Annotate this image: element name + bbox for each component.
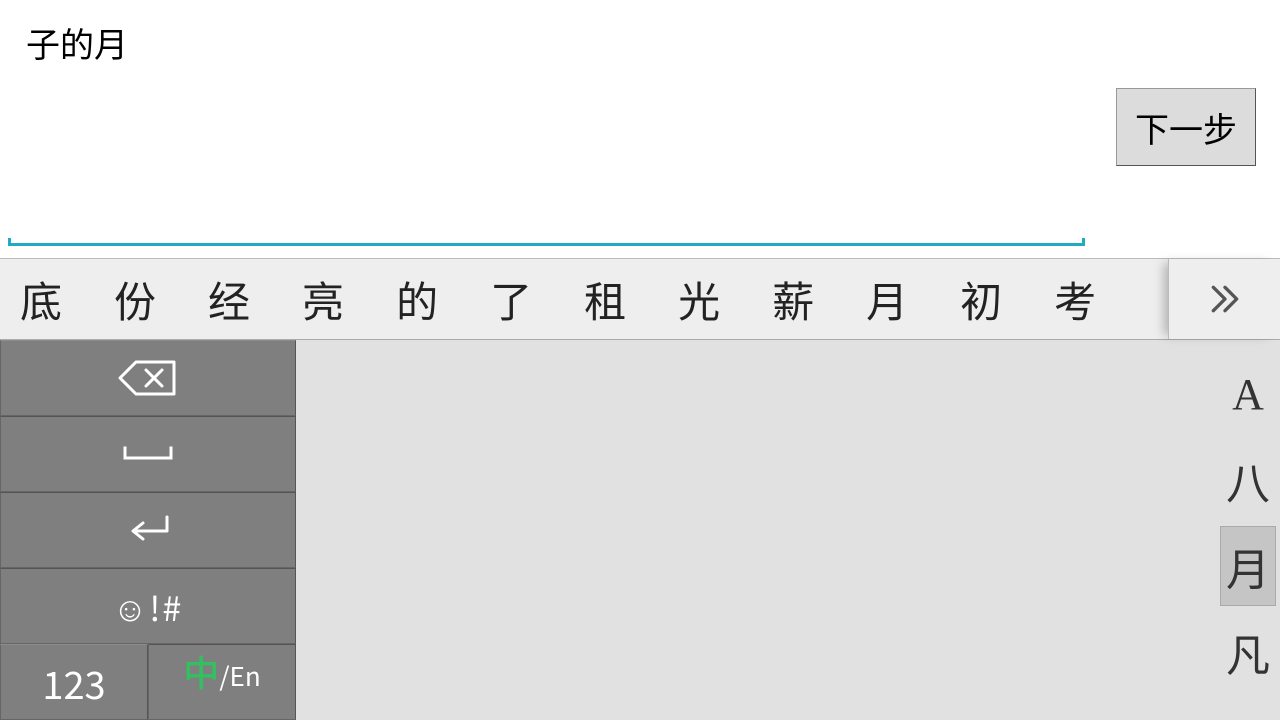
text-input-area[interactable]: 子的月 [8,0,1085,246]
chevron-double-right-icon [1205,279,1245,319]
next-button[interactable]: 下一步 [1116,88,1256,166]
candidate-bar: 底 份 经 亮 的 了 租 光 薪 月 初 考 [0,258,1280,340]
candidate-item[interactable]: 初 [960,269,1002,330]
stroke-hint-strip: A 八 月 凡 [1216,340,1280,720]
candidate-item[interactable]: 经 [208,269,250,330]
candidate-item[interactable]: 亮 [302,269,344,330]
input-text: 子的月 [26,18,128,67]
emoji-symbols-label: ☺!# [113,582,184,631]
keyboard-area: ☺!# 123 中 /En A 八 月 凡 [0,340,1280,720]
candidate-more-button[interactable] [1168,259,1280,339]
numeric-label: 123 [42,655,105,710]
language-en-label: /En [219,657,260,694]
candidate-item[interactable]: 薪 [772,269,814,330]
candidate-item[interactable]: 份 [114,269,156,330]
stroke-hint-item[interactable]: A [1220,354,1276,434]
candidate-item[interactable]: 考 [1054,269,1096,330]
emoji-symbols-key[interactable]: ☺!# [0,568,296,644]
backspace-key[interactable] [0,340,296,416]
language-zh-label: 中 [183,645,219,697]
language-toggle-key[interactable]: 中 /En [148,644,296,720]
function-key-panel: ☺!# 123 中 /En [0,340,296,720]
candidate-item[interactable]: 月 [866,269,908,330]
stroke-hint-item[interactable]: 月 [1220,526,1276,606]
space-icon [121,444,175,464]
backspace-icon [118,358,178,398]
space-key[interactable] [0,416,296,492]
input-underline [8,238,1085,246]
handwriting-area[interactable] [296,340,1216,720]
candidate-item[interactable]: 的 [396,269,438,330]
enter-key[interactable] [0,492,296,568]
candidate-item[interactable]: 光 [678,269,720,330]
stroke-hint-item[interactable]: 凡 [1220,612,1276,692]
candidate-item[interactable]: 了 [490,269,532,330]
candidate-item[interactable]: 租 [584,269,626,330]
enter-icon [123,513,173,547]
stroke-hint-item[interactable]: 八 [1220,440,1276,520]
numeric-key[interactable]: 123 [0,644,148,720]
candidate-list: 底 份 经 亮 的 了 租 光 薪 月 初 考 [0,259,1168,339]
candidate-item[interactable]: 底 [20,269,62,330]
